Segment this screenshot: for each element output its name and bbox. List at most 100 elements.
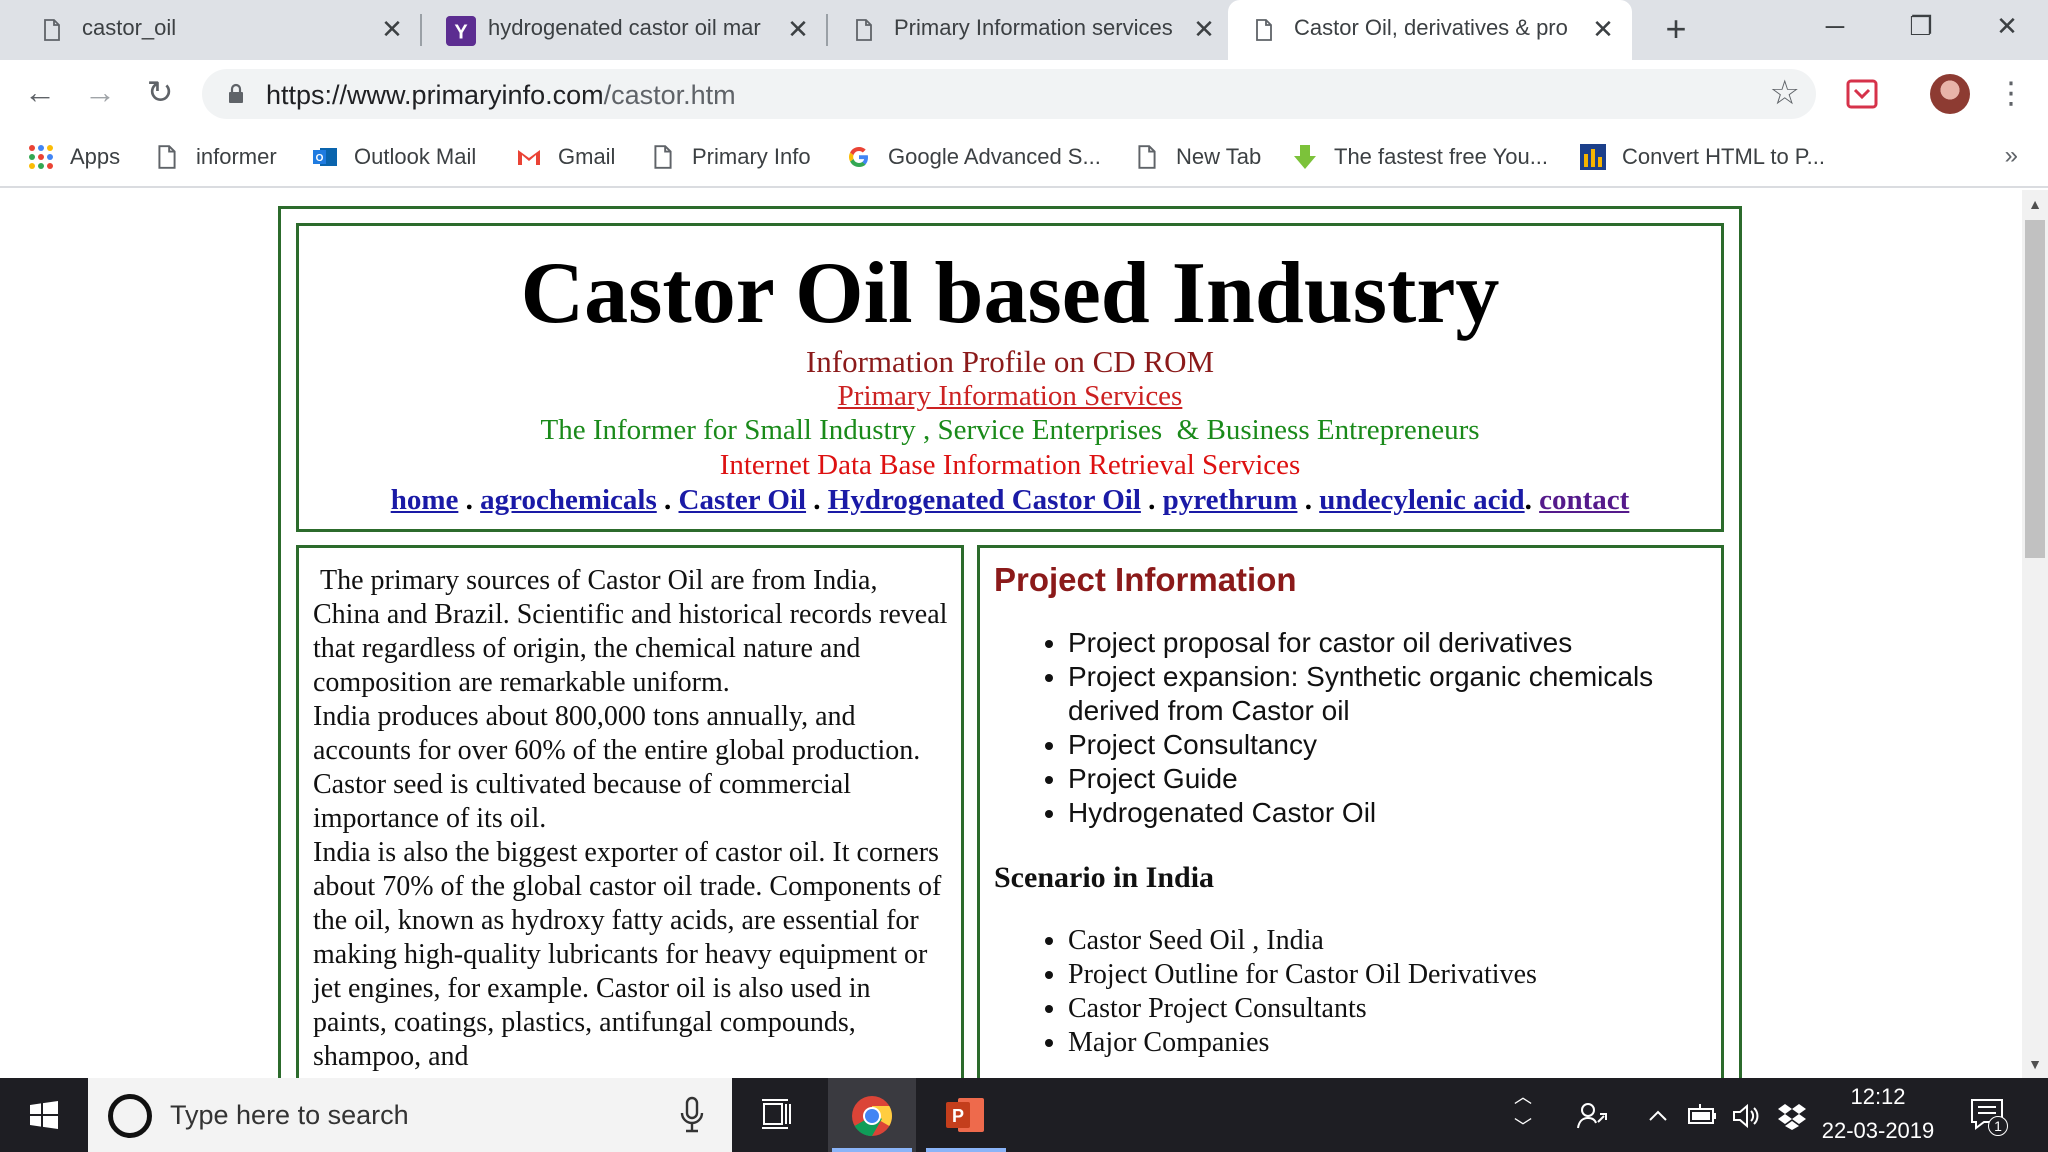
scenario-list: Castor Seed Oil , India Project Outline … bbox=[1068, 924, 1705, 1060]
nav-link-agrochemicals[interactable]: agrochemicals bbox=[480, 484, 657, 516]
list-item[interactable]: Project expansion: Synthetic organic che… bbox=[1068, 660, 1705, 728]
scroll-up-icon[interactable]: ▲ bbox=[2027, 196, 2043, 212]
taskbar-search[interactable]: Type here to search bbox=[88, 1078, 732, 1152]
bookmark-gmail[interactable]: Gmail bbox=[516, 140, 615, 174]
tab-close-icon[interactable]: ✕ bbox=[784, 14, 812, 44]
page-tagline: The Informer for Small Industry , Servic… bbox=[540, 414, 1480, 446]
tab-close-icon[interactable]: ✕ bbox=[1589, 14, 1617, 44]
tab-close-icon[interactable]: ✕ bbox=[378, 14, 406, 44]
battery-icon[interactable] bbox=[1686, 1100, 1718, 1132]
bookmark-label: informer bbox=[196, 144, 277, 169]
list-item[interactable]: Project Consultancy bbox=[1068, 728, 1705, 762]
volume-icon[interactable] bbox=[1730, 1100, 1762, 1132]
back-arrow-icon[interactable]: ← bbox=[20, 72, 60, 112]
tab-title: Castor Oil, derivatives & pro bbox=[1294, 15, 1568, 40]
powerpoint-taskbar-button[interactable]: P bbox=[922, 1078, 1010, 1152]
nav-link-home[interactable]: home bbox=[391, 484, 459, 516]
list-item[interactable]: Castor Seed Oil , India bbox=[1068, 924, 1705, 958]
pocket-extension-icon[interactable] bbox=[1846, 78, 1878, 110]
company-link[interactable]: Primary Information Services bbox=[299, 379, 1721, 413]
bookmark-new-tab[interactable]: New Tab bbox=[1134, 140, 1261, 174]
nav-link-undecylenic-acid[interactable]: undecylenic acid bbox=[1319, 484, 1524, 516]
svg-text:O: O bbox=[316, 153, 324, 164]
tab-castor-oil-derivatives[interactable]: Castor Oil, derivatives & pro ✕ bbox=[1228, 0, 1632, 60]
overview-paragraph: The primary sources of Castor Oil are fr… bbox=[313, 565, 955, 698]
forward-arrow-icon[interactable]: → bbox=[80, 72, 120, 112]
page-scrollbar[interactable]: ▲ ▼ bbox=[2022, 190, 2048, 1078]
task-view-icon bbox=[762, 1099, 791, 1129]
page-icon bbox=[856, 19, 872, 41]
address-bar[interactable]: https://www.primaryinfo.com/castor.htm ☆ bbox=[202, 69, 1816, 119]
bookmark-google-advanced[interactable]: Google Advanced S... bbox=[846, 140, 1101, 174]
list-item[interactable]: Project proposal for castor oil derivati… bbox=[1068, 626, 1705, 660]
list-item[interactable]: Major Companies bbox=[1068, 1026, 1705, 1060]
tab-separator bbox=[826, 14, 828, 46]
new-tab-button[interactable]: + bbox=[1656, 10, 1696, 50]
microphone-icon[interactable] bbox=[678, 1096, 706, 1134]
minimize-icon[interactable]: ─ bbox=[1810, 6, 1860, 46]
windows-start-icon[interactable] bbox=[0, 1078, 88, 1152]
scroll-thumb[interactable] bbox=[2025, 220, 2045, 558]
bookmark-informer[interactable]: informer bbox=[154, 140, 277, 174]
nav-link-contact[interactable]: contact bbox=[1539, 484, 1629, 516]
bookmark-label: Outlook Mail bbox=[354, 144, 477, 169]
bookmark-star-icon[interactable]: ☆ bbox=[1770, 73, 1800, 113]
url-text[interactable]: https://www.primaryinfo.com/castor.htm bbox=[266, 80, 736, 111]
gmail-icon bbox=[518, 150, 540, 165]
action-center-button[interactable]: 1 bbox=[1966, 1096, 2008, 1136]
project-information-heading: Project Information bbox=[994, 561, 1297, 598]
bookmark-label: Apps bbox=[70, 144, 121, 169]
profile-avatar[interactable] bbox=[1930, 74, 1970, 114]
task-view-button[interactable] bbox=[732, 1078, 820, 1152]
bookmarks-overflow-icon[interactable]: » bbox=[2005, 142, 2018, 170]
tab-primary-information[interactable]: Primary Information services ✕ bbox=[842, 0, 1222, 60]
project-list: Project proposal for castor oil derivati… bbox=[1068, 626, 1705, 830]
overview-paragraph: India produces about 800,000 tons annual… bbox=[313, 701, 921, 834]
nav-separator: . bbox=[656, 484, 679, 516]
search-placeholder: Type here to search bbox=[170, 1100, 409, 1130]
list-item[interactable]: Hydrogenated Castor Oil bbox=[1068, 796, 1705, 830]
people-icon[interactable] bbox=[1576, 1100, 1608, 1132]
nav-separator: . bbox=[1297, 484, 1320, 516]
bookmark-apps[interactable]: Apps bbox=[28, 140, 120, 174]
browser-menu-icon[interactable]: ⋮ bbox=[1996, 74, 2026, 114]
powerpoint-icon: P bbox=[946, 1098, 984, 1132]
apps-grid-icon bbox=[29, 145, 53, 169]
notification-count-badge: 1 bbox=[1988, 1116, 2008, 1136]
nav-link-hydrogenated-castor-oil[interactable]: Hydrogenated Castor Oil bbox=[828, 484, 1141, 516]
nav-link-pyrethrum[interactable]: pyrethrum bbox=[1163, 484, 1298, 516]
page-icon bbox=[44, 19, 60, 41]
restore-icon[interactable]: ❐ bbox=[1896, 6, 1946, 46]
nav-link-caster-oil[interactable]: Caster Oil bbox=[679, 484, 807, 516]
clock-time[interactable]: 12:12 bbox=[1808, 1084, 1948, 1110]
list-item[interactable]: Castor Project Consultants bbox=[1068, 992, 1705, 1026]
bookmark-convert-html[interactable]: Convert HTML to P... bbox=[1580, 140, 1825, 174]
tab-castor-oil[interactable]: castor_oil ✕ bbox=[30, 0, 410, 60]
tab-close-icon[interactable]: ✕ bbox=[1190, 14, 1218, 44]
taskbar-scroll-icon[interactable]: ︿ ﹀ bbox=[1508, 1082, 1538, 1148]
page-subtitle: Information Profile on CD ROM bbox=[805, 344, 1215, 379]
scenario-heading: Scenario in India bbox=[994, 861, 1215, 894]
chrome-taskbar-button[interactable] bbox=[828, 1078, 916, 1152]
nav-separator: . bbox=[806, 484, 828, 516]
nav-separator: . bbox=[1140, 484, 1163, 516]
list-item[interactable]: Project Outline for Castor Oil Derivativ… bbox=[1068, 958, 1705, 992]
reload-icon[interactable]: ↻ bbox=[140, 72, 180, 112]
bookmark-label: New Tab bbox=[1176, 144, 1262, 169]
page-title: Castor Oil based Industry bbox=[520, 245, 1500, 342]
chevron-up-icon[interactable] bbox=[1642, 1100, 1674, 1132]
bookmark-primary-info[interactable]: Primary Info bbox=[650, 140, 811, 174]
clock-date[interactable]: 22-03-2019 bbox=[1808, 1118, 1948, 1144]
page-icon bbox=[654, 145, 672, 169]
tab-hydrogenated-castor-oil[interactable]: Y hydrogenated castor oil mar ✕ bbox=[436, 0, 816, 60]
list-item[interactable]: Project Guide bbox=[1068, 762, 1705, 796]
bookmark-outlook-mail[interactable]: O Outlook Mail bbox=[312, 140, 476, 174]
page-viewport: Castor Oil based Industry Information Pr… bbox=[0, 190, 2022, 1078]
close-window-icon[interactable]: ✕ bbox=[1982, 6, 2032, 46]
dropbox-icon[interactable] bbox=[1776, 1100, 1808, 1132]
bookmark-label: Google Advanced S... bbox=[888, 144, 1101, 169]
bookmark-label: Primary Info bbox=[692, 144, 811, 169]
cortana-icon[interactable] bbox=[108, 1094, 152, 1138]
scroll-down-icon[interactable]: ▼ bbox=[2027, 1056, 2043, 1072]
bookmark-fastest-free[interactable]: The fastest free You... bbox=[1292, 140, 1548, 174]
